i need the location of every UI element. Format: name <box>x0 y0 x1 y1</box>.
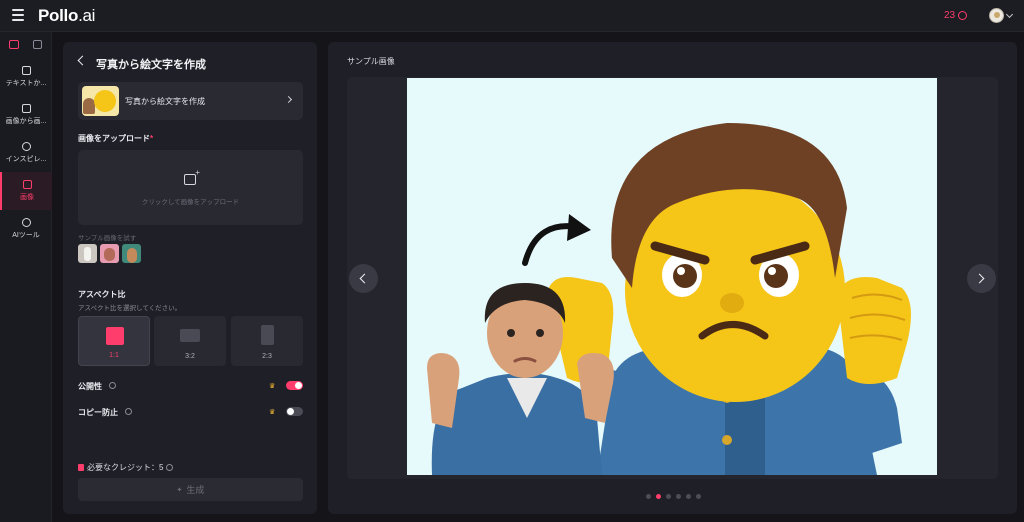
info-icon[interactable] <box>109 382 116 389</box>
copy-protect-label: コピー防止 <box>78 408 118 417</box>
upload-hint: クリックして画像をアップロード <box>141 199 240 206</box>
left-rail: テキストか... 画像から画... インスピレ... 画像 AIツール <box>0 32 52 522</box>
image-convert-icon <box>21 104 31 113</box>
preview-title: サンプル画像 <box>347 57 395 66</box>
public-setting-row: 公開性 ♛ <box>78 379 303 393</box>
credits-count: 23 <box>944 10 956 21</box>
aspect-ratio-hint: アスペクト比を選択してください。 <box>78 305 182 312</box>
landscape-ratio-icon <box>180 329 200 342</box>
sample-images-label: サンプル画像を試す <box>78 235 137 242</box>
sample-image-thumbnail[interactable] <box>100 244 119 263</box>
generate-button-label: 生成 <box>186 485 205 495</box>
rail-item-label: 画像 <box>20 194 34 201</box>
rail-item-inspiration[interactable]: インスピレ... <box>0 134 52 172</box>
page-title: 写真から絵文字を作成 <box>96 59 206 71</box>
upload-section-label: 画像をアップロード* <box>78 134 154 143</box>
credit-icon <box>78 464 84 471</box>
aspect-ratio-label: 1:1 <box>109 352 119 359</box>
coin-icon <box>958 11 968 20</box>
image-mode-icon[interactable] <box>9 40 19 49</box>
carousel-next-button[interactable] <box>967 264 996 293</box>
rail-item-label: テキストか... <box>5 80 47 87</box>
carousel-prev-button[interactable] <box>349 264 378 293</box>
add-image-icon <box>184 168 200 185</box>
generate-button[interactable]: ✦ 生成 <box>78 478 303 501</box>
chevron-down-icon <box>1005 10 1014 18</box>
video-mode-icon[interactable] <box>33 40 42 49</box>
carousel-dot[interactable] <box>696 494 701 499</box>
ai-tools-icon <box>21 218 31 227</box>
chevron-left-icon <box>359 273 370 284</box>
copy-protect-toggle[interactable] <box>286 407 303 416</box>
info-icon[interactable] <box>166 464 174 471</box>
carousel-dot[interactable] <box>686 494 691 499</box>
sample-images <box>78 244 141 263</box>
rail-item-label: AIツール <box>12 232 40 239</box>
tool-selector[interactable]: 写真から絵文字を作成 <box>78 82 303 120</box>
credits-indicator[interactable]: 23 <box>944 10 968 21</box>
aspect-ratio-option-2-3[interactable]: 2:3 <box>231 316 303 366</box>
square-ratio-icon <box>106 327 124 345</box>
image-upload-dropzone[interactable]: クリックして画像をアップロード <box>78 150 303 225</box>
rail-item-label: 画像から画... <box>5 118 47 125</box>
credits-required: 必要なクレジット：5 <box>78 462 174 473</box>
aspect-ratio-option-1-1[interactable]: 1:1 <box>78 316 150 366</box>
hamburger-menu-icon[interactable] <box>12 9 24 21</box>
back-arrow-icon[interactable] <box>77 55 88 66</box>
credits-required-text: 必要なクレジット：5 <box>87 463 164 472</box>
tool-form-panel: 写真から絵文字を作成 写真から絵文字を作成 画像をアップロード* クリックして画… <box>63 42 317 514</box>
crown-icon: ♛ <box>269 383 276 390</box>
chevron-right-icon <box>974 273 985 284</box>
text-image-icon <box>21 66 31 75</box>
compass-icon <box>21 142 31 151</box>
info-icon[interactable] <box>125 408 132 415</box>
rail-item-image-to-image[interactable]: 画像から画... <box>0 96 52 134</box>
user-menu[interactable] <box>989 8 1014 23</box>
tool-thumbnail <box>82 86 119 116</box>
image-icon <box>22 180 32 189</box>
rail-item-label: インスピレ... <box>5 156 47 163</box>
carousel-dot[interactable] <box>646 494 651 499</box>
crown-icon: ♛ <box>269 409 276 416</box>
aspect-ratio-label: アスペクト比 <box>78 290 126 299</box>
rail-item-image[interactable]: 画像 <box>0 172 52 210</box>
copy-protect-row: コピー防止 ♛ <box>78 405 303 419</box>
aspect-ratio-option-3-2[interactable]: 3:2 <box>154 316 226 366</box>
preview-carousel <box>347 77 998 479</box>
carousel-dot[interactable] <box>666 494 671 499</box>
carousel-dot[interactable] <box>676 494 681 499</box>
top-bar: Pollo.ai 23 <box>0 0 1024 32</box>
sample-image <box>407 78 937 475</box>
public-toggle[interactable] <box>286 381 303 390</box>
tool-selector-label: 写真から絵文字を作成 <box>125 97 205 106</box>
carousel-pagination <box>646 494 701 499</box>
sample-image-thumbnail[interactable] <box>78 244 97 263</box>
aspect-ratio-label: 2:3 <box>262 353 272 360</box>
chevron-right-icon <box>284 95 293 104</box>
sparkle-icon: ✦ <box>176 486 183 494</box>
aspect-ratio-label: 3:2 <box>185 353 195 360</box>
public-label: 公開性 <box>78 382 102 391</box>
sample-image-thumbnail[interactable] <box>122 244 141 263</box>
avatar <box>989 8 1004 23</box>
portrait-ratio-icon <box>261 325 274 345</box>
carousel-dot-active[interactable] <box>656 494 661 499</box>
rail-item-ai-tools[interactable]: AIツール <box>0 210 52 248</box>
pollo-logo[interactable]: Pollo.ai <box>38 6 95 26</box>
sample-preview-panel: サンプル画像 <box>328 42 1017 514</box>
rail-item-text-to-image[interactable]: テキストか... <box>0 58 52 96</box>
